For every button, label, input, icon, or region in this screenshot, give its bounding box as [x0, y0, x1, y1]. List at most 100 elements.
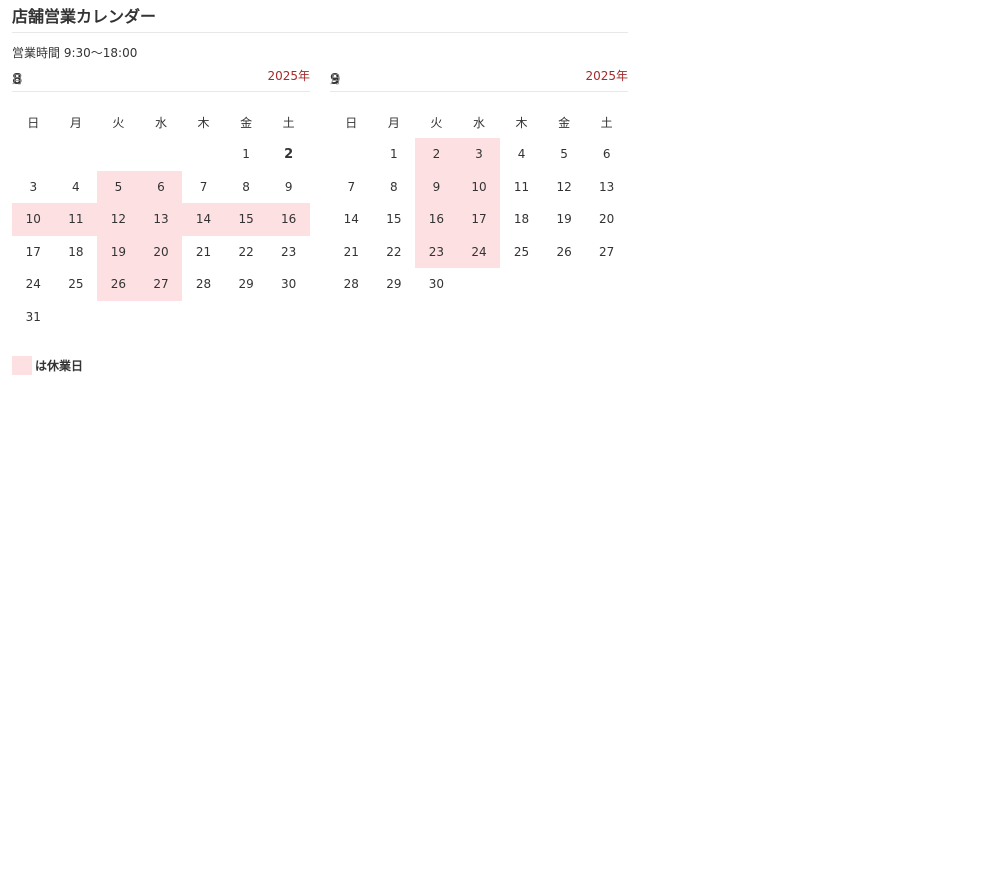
- closed-day-cell: 16: [267, 203, 310, 236]
- day-cell: 30: [428, 277, 445, 292]
- empty-day-cell: [55, 138, 98, 171]
- closed-day-cell: 27: [139, 268, 183, 301]
- closed-day-cell: 23: [415, 235, 458, 268]
- calendar-week-row: 17 18 19 20 21 22 23: [12, 235, 310, 268]
- month-header: 9 月 2025年: [330, 66, 628, 92]
- closed-day-cell: 5: [97, 170, 140, 203]
- closed-day-cell: 6: [139, 170, 183, 203]
- day-cell: 25: [513, 244, 530, 259]
- day-cell: 8: [242, 179, 250, 194]
- day-cell: 19: [556, 212, 572, 227]
- day-cell: 15: [386, 212, 402, 227]
- weekday-sat: 土: [282, 115, 295, 130]
- calendar-week-row: 3 4 56 7 8 9: [12, 170, 310, 203]
- day-cell: 22: [238, 244, 254, 259]
- legend: は休業日: [12, 355, 83, 375]
- calendar-grid: 日 月 火 水 木 金 土 1 2 3 4 5 6 7 8 9 10 11 12 13 14 15 16 17 1…: [12, 106, 310, 333]
- empty-day-cell: [267, 301, 310, 334]
- day-cell: 22: [386, 244, 402, 259]
- day-cell: 5: [560, 147, 568, 162]
- closed-day-cell: 10: [12, 203, 55, 236]
- closed-day-cell: 26: [97, 268, 140, 301]
- weekday-thu: 木: [515, 115, 528, 130]
- day-cell: 21: [195, 244, 212, 259]
- day-cell: 12: [556, 179, 572, 194]
- calendar-week-row: 14 15 16 17 18 19 20: [330, 203, 628, 236]
- closed-day-cell: 14: [182, 203, 225, 236]
- page-title: 店舗営業カレンダー: [12, 0, 628, 33]
- empty-day-cell: [140, 301, 183, 334]
- closed-day-cell: 24: [457, 235, 501, 268]
- closed-day-cell: 11: [54, 203, 98, 236]
- day-cell: 26: [556, 244, 572, 259]
- day-cell: 23: [281, 244, 297, 259]
- weekday-mon: 月: [387, 115, 400, 130]
- calendar-widget: 店舗営業カレンダー 営業時間 9:30〜18:00 8 月 2025年 日 月 …: [12, 0, 628, 324]
- weekday-sat: 土: [600, 115, 613, 130]
- day-cell: 11: [513, 179, 530, 194]
- weekday-header-row: 日 月 火 水 木 金 土: [330, 106, 628, 138]
- closed-day-cell: 19: [97, 235, 140, 268]
- calendar-body: 1 2 3 4 5 6 7 8 9 10 11 12 13 14 15 16 17 18 19 20 21 22 23 24 2…: [12, 138, 310, 333]
- weekday-sun: 日: [345, 115, 358, 130]
- weekday-sun: 日: [27, 115, 40, 130]
- calendar-week-row: 21 22 23 24 25 26 27: [330, 235, 628, 268]
- day-cell: 24: [25, 277, 41, 292]
- day-cell: 4: [517, 147, 526, 162]
- day-cell: 1: [242, 147, 250, 162]
- closed-day-cell: 10: [457, 170, 501, 203]
- empty-day-cell: [97, 301, 140, 334]
- closed-day-cell: 3: [457, 138, 501, 171]
- month-calendar-september: 9 月 2025年 日 月 火 水 木 金 土 1 2 3 4 5 6 7 8 9 10 11 1: [330, 66, 628, 301]
- day-cell: 21: [343, 244, 359, 259]
- day-cell: 13: [599, 179, 615, 194]
- month-unit: 月: [330, 73, 341, 86]
- closed-day-cell: 20: [139, 235, 183, 268]
- day-cell: 17: [25, 244, 41, 259]
- day-cell: 2: [284, 146, 294, 162]
- weekday-thu: 木: [197, 115, 210, 130]
- day-cell: 18: [68, 244, 84, 259]
- calendar-week-row: 123456: [330, 138, 628, 171]
- weekday-mon: 月: [69, 115, 82, 130]
- weekday-tue: 火: [112, 115, 125, 130]
- day-cell: 31: [25, 309, 41, 324]
- empty-day-cell: [182, 138, 225, 171]
- weekday-wed: 水: [154, 115, 167, 130]
- month-header: 8 月 2025年: [12, 66, 310, 92]
- calendar-body: 1 2 3 4 5 6 7 8 9 10 11 12 13 14 15 16 17 18 19 20 21 22 23 24 2…: [330, 138, 628, 301]
- weekday-wed: 水: [472, 115, 485, 130]
- closed-day-cell: 17: [457, 203, 501, 236]
- month-unit: 月: [12, 73, 23, 86]
- empty-day-cell: [12, 138, 55, 171]
- empty-day-cell: [140, 138, 183, 171]
- empty-day-cell: [585, 268, 628, 301]
- weekday-tue: 火: [430, 115, 443, 130]
- empty-day-cell: [330, 138, 373, 171]
- day-cell: 29: [238, 277, 254, 292]
- empty-day-cell: [182, 301, 225, 334]
- closed-day-cell: 13: [139, 203, 183, 236]
- empty-day-cell: [97, 138, 140, 171]
- day-cell: 25: [68, 277, 84, 292]
- day-cell: 29: [386, 277, 402, 292]
- months-container: 8 月 2025年 日 月 火 水 木 金 土 1 2 3 4 5 6 7 8 9 10 11 1: [12, 66, 628, 324]
- day-cell: 28: [343, 277, 359, 292]
- day-cell: 6: [602, 147, 611, 162]
- business-hours: 営業時間 9:30〜18:00: [12, 46, 138, 60]
- day-cell: 18: [513, 212, 530, 227]
- day-cell: 14: [343, 212, 359, 227]
- closed-day-cell: 9: [415, 170, 458, 203]
- day-cell: 28: [195, 277, 212, 292]
- day-cell: 7: [347, 179, 356, 194]
- day-cell: 7: [199, 179, 208, 194]
- day-cell: 30: [281, 277, 297, 292]
- weekday-header-row: 日 月 火 水 木 金 土: [12, 106, 310, 138]
- closed-day-swatch: [12, 355, 32, 375]
- empty-day-cell: [55, 301, 98, 334]
- calendar-grid: 日 月 火 水 木 金 土 1 2 3 4 5 6 7 8 9 10 11 12 13 14 15 16 17 1…: [330, 106, 628, 301]
- year-label: 2025年: [267, 69, 310, 83]
- closed-day-cell: 16: [415, 203, 458, 236]
- closed-day-cell: 15: [224, 203, 268, 236]
- empty-day-cell: [543, 268, 586, 301]
